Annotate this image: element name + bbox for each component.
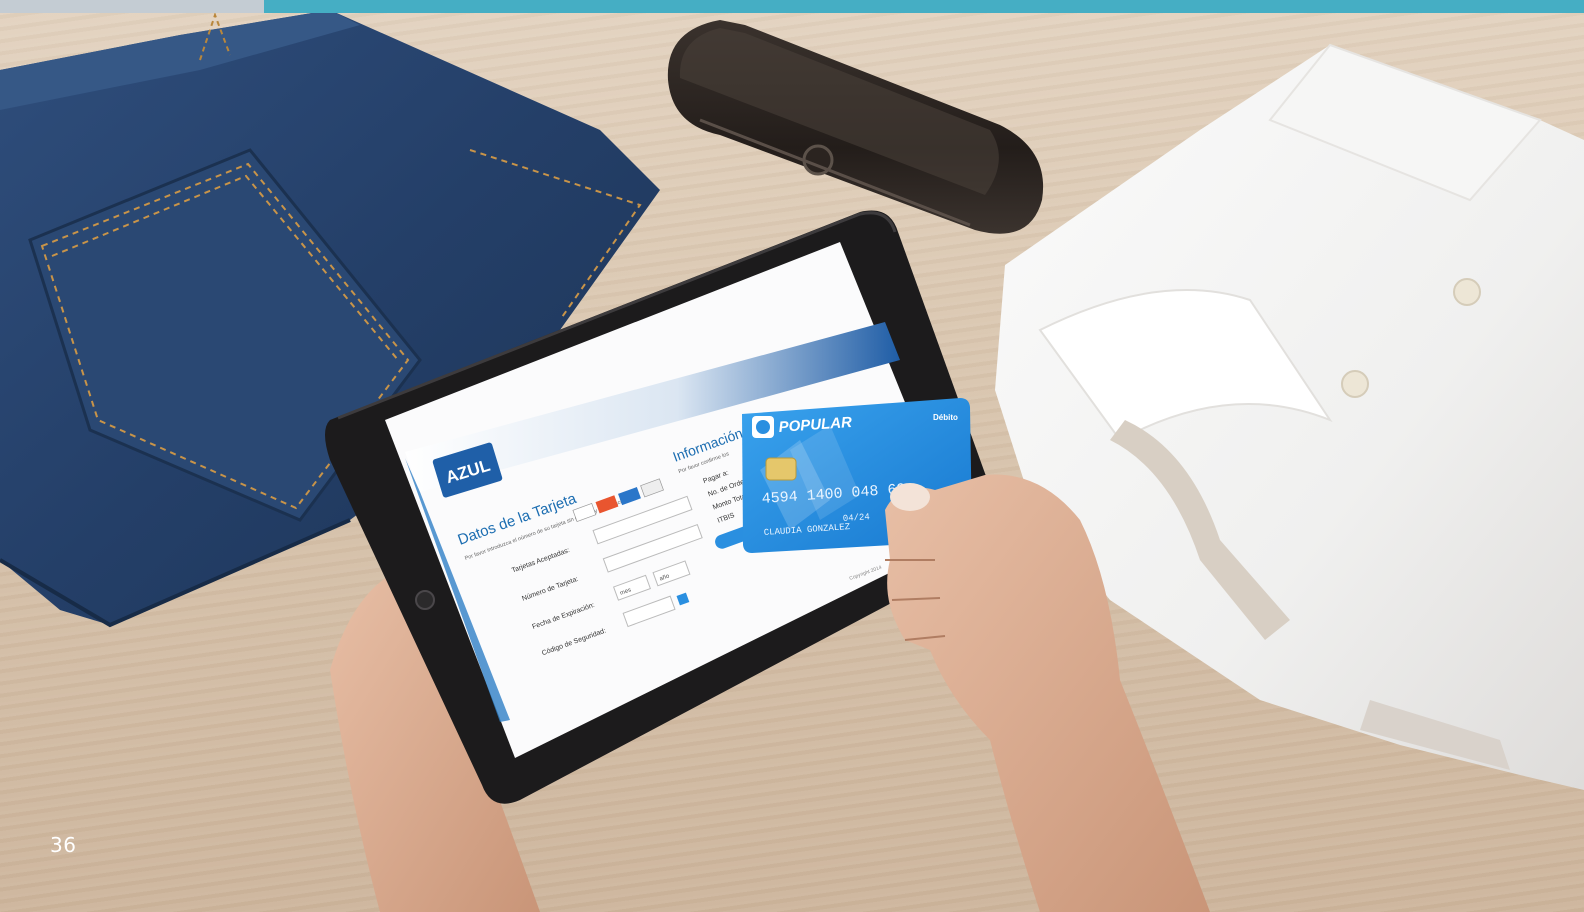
page-number: 36 [50,833,77,857]
chip-icon [765,457,797,481]
bluetooth-speaker-icon [667,20,1044,234]
card-type: Débito [933,413,958,422]
top-bar-teal [264,0,1584,13]
scene-illustration: AZUL Datos de la Tarjeta Por favor intro… [0,10,1584,912]
photo-scene: AZUL Datos de la Tarjeta Por favor intro… [0,0,1584,912]
top-bar-grey [0,0,264,13]
